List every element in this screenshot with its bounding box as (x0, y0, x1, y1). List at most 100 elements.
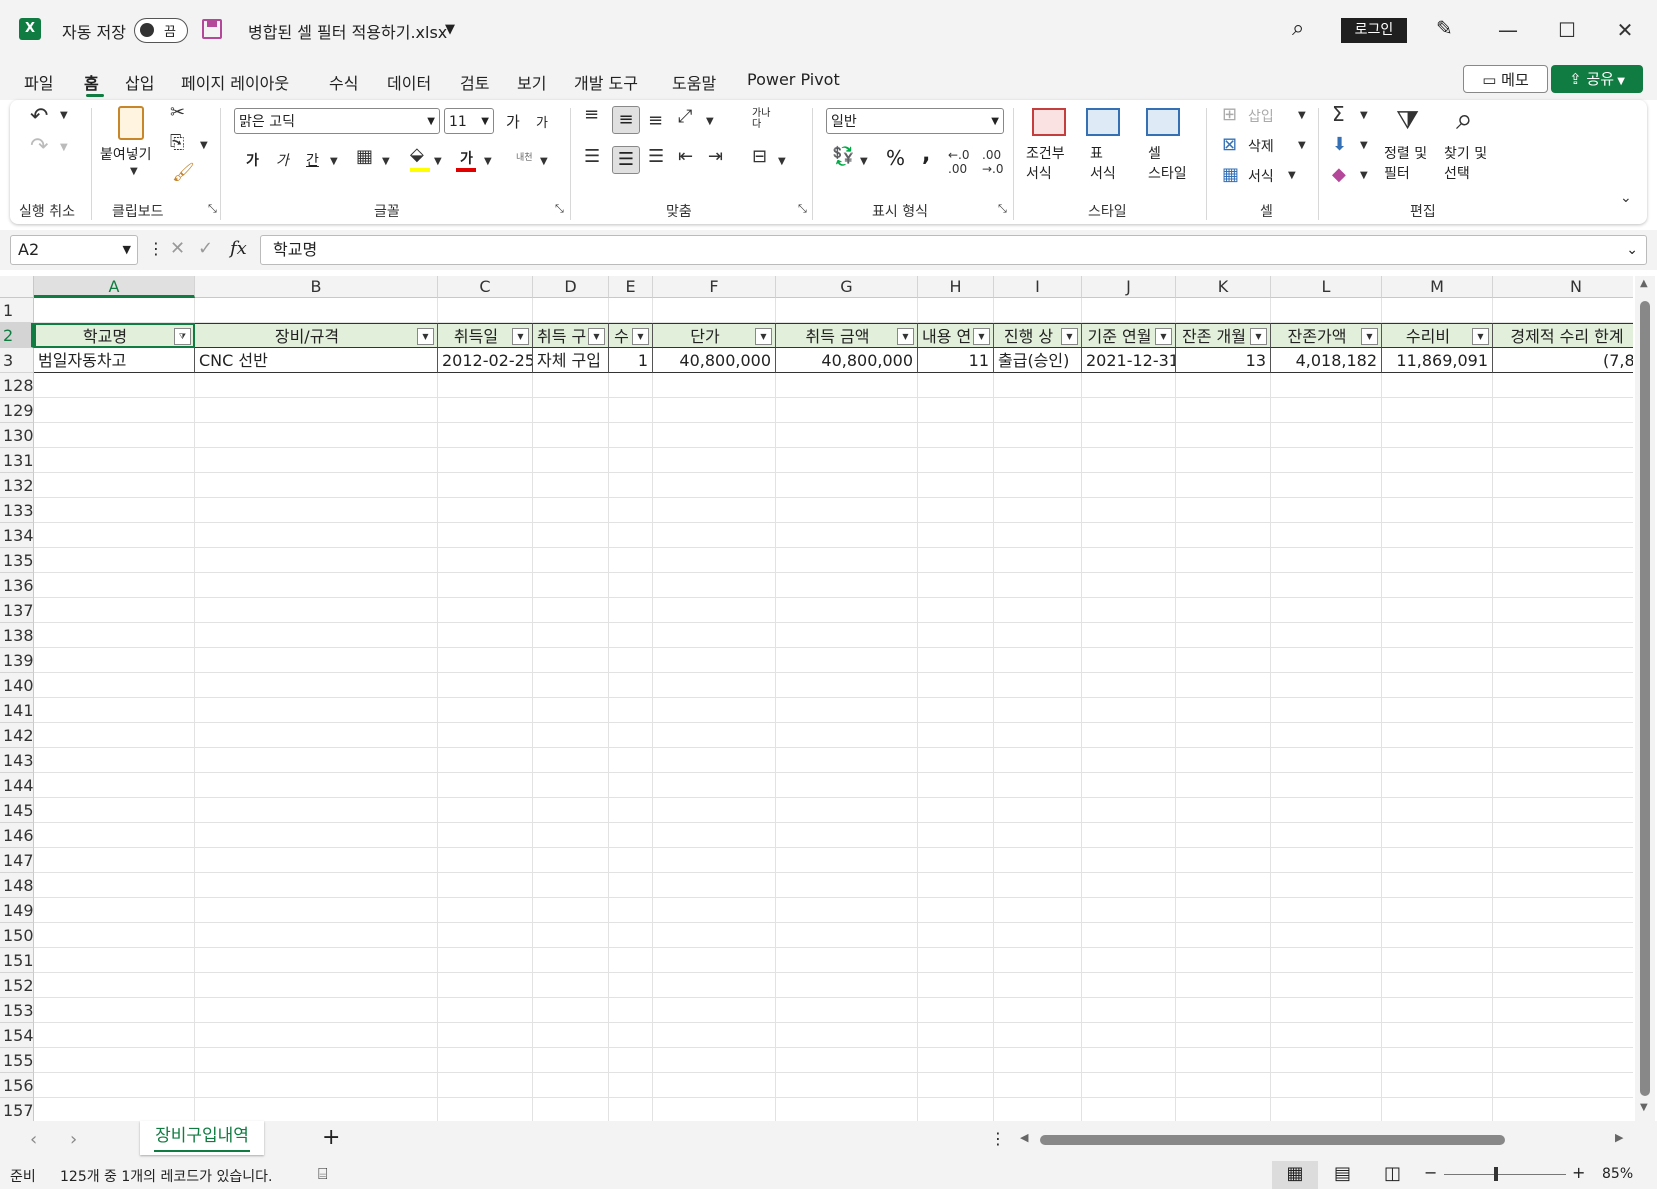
empty-cell[interactable] (438, 673, 533, 698)
empty-cell[interactable] (653, 723, 776, 748)
empty-cell[interactable] (776, 548, 918, 573)
orientation-icon[interactable]: ⤢ (678, 106, 692, 127)
empty-cell[interactable] (195, 523, 438, 548)
column-header-l[interactable]: L (1271, 276, 1382, 298)
empty-cell[interactable] (609, 748, 653, 773)
empty-cell[interactable] (195, 648, 438, 673)
empty-cell[interactable] (1176, 1098, 1271, 1121)
add-sheet-button[interactable]: + (322, 1125, 340, 1150)
table-header-cell[interactable]: 수리비 ▼ (1382, 323, 1493, 348)
row-header-130[interactable]: 130 (0, 423, 34, 448)
empty-cell[interactable] (1082, 648, 1176, 673)
empty-cell[interactable] (195, 773, 438, 798)
italic-button[interactable]: 가 (276, 150, 289, 170)
table-data-cell[interactable]: 4,018,182 (1271, 348, 1382, 373)
tab-page-layout[interactable]: 페이지 레이아웃 (181, 70, 289, 94)
font-name-select[interactable]: 맑은 고딕 ▼ (234, 108, 440, 134)
empty-cell[interactable] (195, 448, 438, 473)
empty-cell[interactable] (1176, 948, 1271, 973)
tab-help[interactable]: 도움말 (672, 70, 716, 94)
empty-cell[interactable] (34, 848, 195, 873)
empty-cell[interactable] (776, 748, 918, 773)
empty-cell[interactable] (438, 798, 533, 823)
empty-cell[interactable] (609, 523, 653, 548)
table-data-cell[interactable]: 40,800,000 (776, 348, 918, 373)
empty-cell[interactable] (994, 548, 1082, 573)
empty-cell[interactable] (438, 1073, 533, 1098)
empty-cell[interactable] (1176, 698, 1271, 723)
empty-cell[interactable] (653, 923, 776, 948)
column-header-g[interactable]: G (776, 276, 918, 298)
empty-cell[interactable] (1176, 548, 1271, 573)
scroll-up-icon[interactable]: ▲ (1640, 278, 1648, 289)
empty-cell[interactable] (918, 523, 994, 548)
empty-cell[interactable] (994, 948, 1082, 973)
empty-cell[interactable] (776, 448, 918, 473)
empty-cell[interactable] (1271, 448, 1382, 473)
empty-cell[interactable] (1271, 923, 1382, 948)
empty-cell[interactable] (918, 1048, 994, 1073)
empty-cell[interactable] (994, 598, 1082, 623)
empty-cell[interactable] (776, 398, 918, 423)
scroll-left-icon[interactable]: ◀ (1020, 1131, 1028, 1144)
empty-cell[interactable] (776, 648, 918, 673)
empty-cell[interactable] (1493, 573, 1633, 598)
column-header-e[interactable]: E (609, 276, 653, 298)
delete-cells-icon[interactable]: ⊠ (1222, 134, 1237, 155)
empty-cell[interactable] (438, 1098, 533, 1121)
row-header-151[interactable]: 151 (0, 948, 34, 973)
empty-cell[interactable] (34, 823, 195, 848)
empty-cell[interactable] (1493, 373, 1633, 398)
empty-cell[interactable] (1382, 373, 1493, 398)
empty-cell[interactable] (34, 623, 195, 648)
memo-button[interactable]: ▭ 메모 (1463, 65, 1548, 93)
empty-cell[interactable] (1176, 398, 1271, 423)
table-header-cell[interactable]: 취득일 ▼ (438, 323, 533, 348)
empty-cell[interactable] (776, 1073, 918, 1098)
empty-cell[interactable] (1176, 673, 1271, 698)
empty-cell[interactable] (1176, 723, 1271, 748)
column-header-d[interactable]: D (533, 276, 609, 298)
increase-indent-icon[interactable]: ⇥ (708, 146, 723, 167)
column-header-b[interactable]: B (195, 276, 438, 298)
empty-cell[interactable] (994, 848, 1082, 873)
empty-cell[interactable] (994, 473, 1082, 498)
filter-dropdown-icon[interactable]: ▼ (755, 328, 772, 345)
empty-cell[interactable] (918, 998, 994, 1023)
empty-cell[interactable] (1271, 898, 1382, 923)
table-format-icon[interactable] (1086, 108, 1120, 136)
normal-view-button[interactable]: ▦ (1272, 1161, 1318, 1189)
tab-file[interactable]: 파일 (24, 70, 53, 94)
table-header-cell[interactable]: 장비/규격 ▼ (195, 323, 438, 348)
empty-cell[interactable] (1382, 673, 1493, 698)
empty-cell[interactable] (34, 473, 195, 498)
enter-icon[interactable]: ✓ (198, 238, 213, 259)
format-painter-icon[interactable]: 🖌 (172, 162, 195, 183)
row-header-128[interactable]: 128 (0, 373, 34, 398)
empty-cell[interactable] (776, 773, 918, 798)
empty-cell[interactable] (653, 523, 776, 548)
empty-cell[interactable] (918, 548, 994, 573)
empty-cell[interactable] (609, 648, 653, 673)
empty-cell[interactable] (34, 598, 195, 623)
row-header-144[interactable]: 144 (0, 773, 34, 798)
tab-formulas[interactable]: 수식 (329, 70, 358, 94)
cancel-icon[interactable]: ✕ (170, 238, 185, 259)
empty-cell[interactable] (609, 798, 653, 823)
empty-cell[interactable] (653, 748, 776, 773)
empty-cell[interactable] (533, 298, 609, 323)
empty-cell[interactable] (533, 923, 609, 948)
border-dropdown-icon[interactable]: ▼ (382, 156, 390, 167)
row-header-2[interactable]: 2 (0, 323, 34, 348)
pen-icon[interactable]: ✎ (1436, 16, 1453, 40)
empty-cell[interactable] (609, 923, 653, 948)
tab-data[interactable]: 데이터 (387, 70, 431, 94)
column-header-m[interactable]: M (1382, 276, 1493, 298)
empty-cell[interactable] (776, 998, 918, 1023)
empty-cell[interactable] (653, 623, 776, 648)
underline-button[interactable]: 간 (306, 150, 319, 170)
empty-cell[interactable] (533, 548, 609, 573)
empty-cell[interactable] (1082, 398, 1176, 423)
empty-cell[interactable] (34, 748, 195, 773)
row-header-134[interactable]: 134 (0, 523, 34, 548)
